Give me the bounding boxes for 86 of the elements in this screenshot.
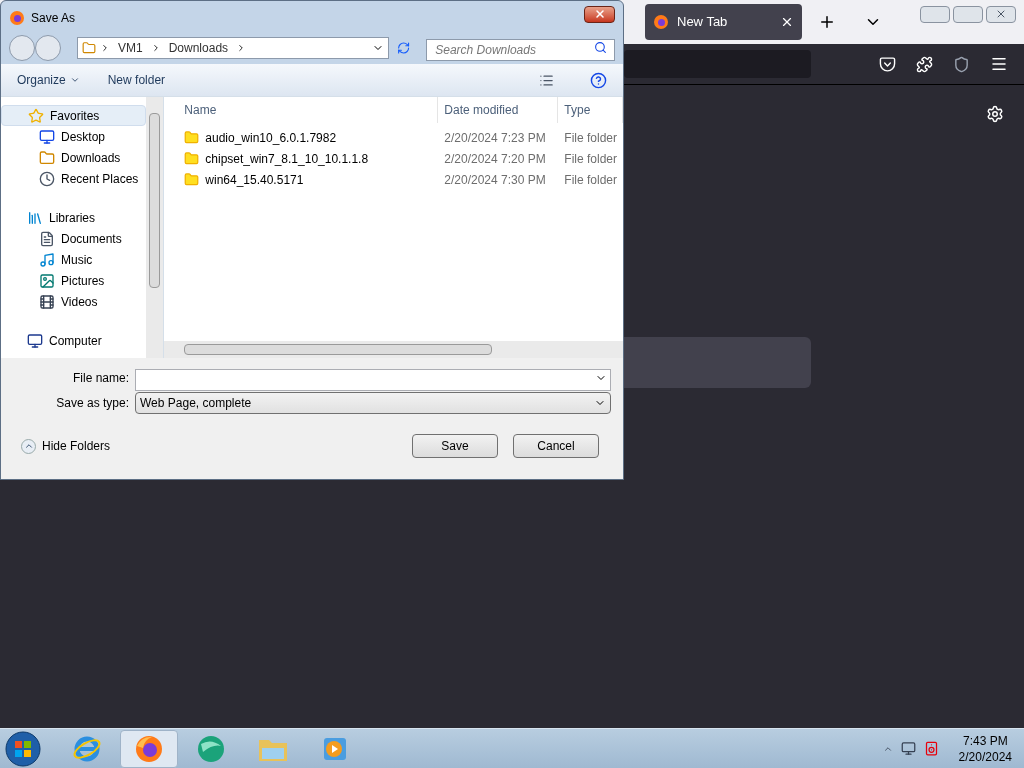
computer-icon: [27, 332, 43, 349]
collapse-icon: [21, 438, 36, 454]
folder-icon: [82, 41, 96, 55]
film-icon: [39, 293, 55, 310]
start-orb-icon[interactable]: [4, 729, 42, 768]
nav-item[interactable]: Recent Places: [1, 168, 147, 189]
file-row[interactable]: chipset_win7_8.1_10_10.1.1.8 2/20/2024 7:20 PM File folder: [164, 148, 623, 169]
hide-folders-button[interactable]: Hide Folders: [13, 437, 111, 455]
file-name: win64_15.40.5171: [205, 171, 304, 189]
address-bar[interactable]: VM1 Downloads: [77, 37, 389, 59]
search-field[interactable]: Search Downloads: [426, 39, 615, 61]
new-tab-icon[interactable]: [818, 13, 836, 31]
file-row[interactable]: win64_15.40.5171 2/20/2024 7:30 PM File folder: [164, 169, 623, 190]
settings-icon[interactable]: [986, 105, 1004, 123]
nav-item[interactable]: Downloads: [1, 147, 147, 168]
close-icon: [593, 8, 606, 20]
horizontal-scrollbar[interactable]: [164, 341, 623, 358]
nav-item[interactable]: Pictures: [1, 270, 147, 291]
folder-icon: [184, 172, 200, 187]
nav-item[interactable]: Desktop: [1, 126, 147, 147]
network-icon[interactable]: [900, 741, 916, 756]
document-icon: [39, 230, 55, 247]
puzzle-icon[interactable]: [916, 55, 933, 73]
shield-icon[interactable]: [953, 55, 970, 73]
close-icon: [995, 8, 1007, 20]
chevron-right-icon[interactable]: [100, 43, 110, 53]
date-cell-text: 2/20/2024 7:30 PM: [443, 171, 547, 189]
view-list-icon[interactable]: [539, 72, 554, 88]
type-cell-text: File folder: [563, 150, 618, 168]
restore-button[interactable]: [953, 5, 983, 23]
help-icon[interactable]: [590, 71, 607, 89]
play-icon: [322, 735, 348, 762]
close-button[interactable]: [584, 5, 615, 23]
column-header[interactable]: Type: [558, 97, 623, 123]
file-name-field[interactable]: [135, 368, 611, 391]
column-header[interactable]: Name: [164, 97, 439, 123]
music-note-icon: [39, 251, 55, 268]
picture-icon: [39, 272, 55, 289]
close-button[interactable]: [986, 5, 1016, 23]
monitor-icon: [39, 128, 55, 145]
nav-item[interactable]: Favorites: [1, 105, 147, 126]
fox-globe-icon: [134, 733, 164, 764]
folder-icon: [184, 130, 200, 145]
fox-globe-icon: [653, 14, 669, 30]
toolbar-button[interactable]: Organize: [17, 71, 80, 89]
folder-icon: [184, 151, 200, 166]
clock[interactable]: 7:43 PM 2/20/2024: [958, 732, 1012, 765]
fox-globe-icon: [9, 10, 25, 26]
toolbar-button[interactable]: New folder: [107, 71, 166, 89]
date-cell-text: 2/20/2024 7:23 PM: [443, 129, 547, 147]
type-cell-text: File folder: [563, 129, 618, 147]
clock-icon: [39, 170, 55, 187]
pocket-icon[interactable]: [879, 55, 896, 73]
close-icon[interactable]: [780, 15, 794, 29]
taskbar-app[interactable]: [120, 729, 178, 768]
caret-icon: [69, 75, 80, 85]
column-header[interactable]: Date modified: [438, 97, 559, 123]
browser-tab[interactable]: New Tab: [645, 4, 802, 40]
nav-item[interactable]: Libraries: [1, 207, 147, 228]
nav-item[interactable]: Computer: [1, 330, 147, 351]
globe-icon: [195, 733, 227, 764]
nav-item[interactable]: Documents: [1, 228, 147, 249]
star-icon: [28, 107, 44, 124]
dialog-button[interactable]: Save: [412, 434, 498, 458]
refresh-icon[interactable]: [397, 41, 411, 55]
file-name: chipset_win7_8.1_10_10.1.1.8: [205, 150, 369, 168]
breadcrumb[interactable]: Downloads: [164, 39, 233, 57]
library-icon: [27, 209, 43, 226]
minimize-button[interactable]: [920, 5, 950, 23]
scrollbar[interactable]: [146, 97, 164, 358]
type-cell-text: File folder: [563, 171, 618, 189]
search-icon[interactable]: [594, 41, 607, 54]
field-label: File name:: [71, 369, 129, 387]
menu-icon[interactable]: [990, 55, 1008, 73]
nav-item[interactable]: Music: [1, 249, 147, 270]
date-cell-text: 2/20/2024 7:20 PM: [443, 150, 547, 168]
window-title: Save As: [31, 10, 76, 27]
dialog-button[interactable]: Cancel: [513, 434, 599, 458]
breadcrumb[interactable]: VM1: [114, 39, 147, 57]
save-type-dropdown[interactable]: Web Page, complete: [135, 391, 611, 414]
file-row[interactable]: audio_win10_6.0.1.7982 2/20/2024 7:23 PM File folder: [164, 127, 623, 148]
field-label: Save as type:: [55, 394, 129, 412]
speaker-muted-icon[interactable]: [923, 741, 939, 756]
file-name: audio_win10_6.0.1.7982: [205, 129, 337, 147]
nav-item[interactable]: Videos: [1, 291, 147, 312]
folder-icon: [39, 149, 55, 166]
